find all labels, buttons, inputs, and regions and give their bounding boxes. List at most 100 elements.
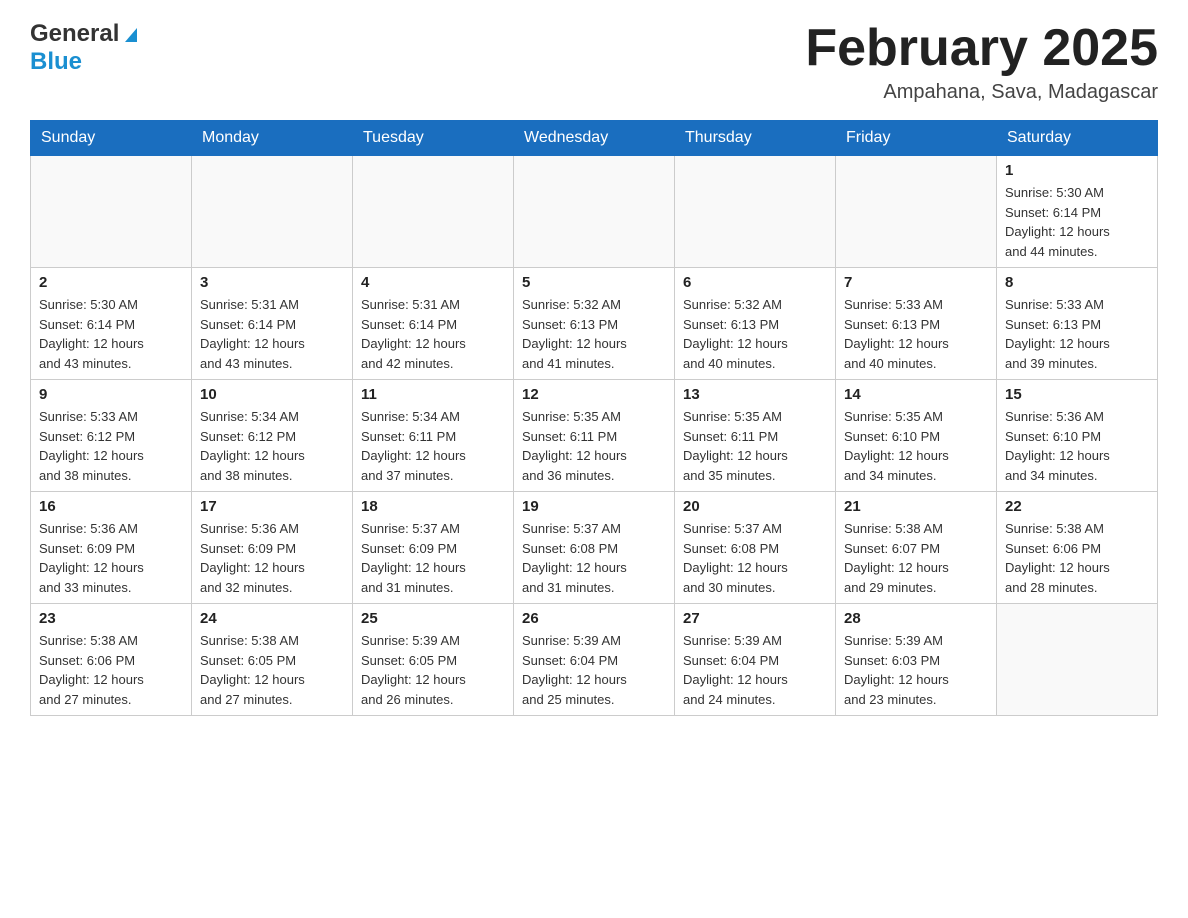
day-info: Sunrise: 5:31 AM Sunset: 6:14 PM Dayligh…	[200, 295, 344, 373]
calendar-cell: 4Sunrise: 5:31 AM Sunset: 6:14 PM Daylig…	[353, 268, 514, 380]
header-wednesday: Wednesday	[514, 121, 675, 156]
location-text: Ampahana, Sava, Madagascar	[805, 81, 1158, 104]
calendar-cell: 3 Sunrise: 5:31 AM Sunset: 6:14 PM Daylig…	[192, 268, 353, 380]
day-info: Sunrise: 5:35 AM Sunset: 6:11 PM Dayligh…	[522, 407, 666, 485]
calendar-cell: 21 Sunrise: 5:38 AM Sunset: 6:07 PM Dayli…	[836, 492, 997, 604]
day-number: 13	[683, 386, 827, 403]
day-info: Sunrise: 5:39 AM Sunset: 6:04 PM Dayligh…	[522, 631, 666, 709]
day-number: 15	[1005, 386, 1149, 403]
day-number: 24	[200, 610, 344, 627]
day-info: Sunrise: 5:37 AM Sunset: 6:09 PM Dayligh…	[361, 519, 505, 597]
calendar-week-5: 23 Sunrise: 5:38 AM Sunset: 6:06 PM Dayli…	[31, 604, 1158, 716]
header-friday: Friday	[836, 121, 997, 156]
header-monday: Monday	[192, 121, 353, 156]
day-number: 2	[39, 274, 183, 291]
day-info: Sunrise: 5:38 AM Sunset: 6:07 PM Dayligh…	[844, 519, 988, 597]
day-number: 16	[39, 498, 183, 515]
day-info: Sunrise: 5:34 AM Sunset: 6:12 PM Dayligh…	[200, 407, 344, 485]
logo-blue-text: Blue	[30, 48, 82, 76]
calendar-cell: 27 Sunrise: 5:39 AM Sunset: 6:04 PM Dayli…	[675, 604, 836, 716]
day-number: 17	[200, 498, 344, 515]
day-number: 25	[361, 610, 505, 627]
day-info: Sunrise: 5:35 AM Sunset: 6:10 PM Dayligh…	[844, 407, 988, 485]
day-number: 9	[39, 386, 183, 403]
day-number: 19	[522, 498, 666, 515]
day-number: 10	[200, 386, 344, 403]
day-number: 8	[1005, 274, 1149, 291]
day-number: 14	[844, 386, 988, 403]
calendar-cell	[997, 604, 1158, 716]
calendar-cell	[192, 156, 353, 268]
day-number: 26	[522, 610, 666, 627]
calendar-cell: 22Sunrise: 5:38 AM Sunset: 6:06 PM Dayli…	[997, 492, 1158, 604]
calendar-week-1: 1Sunrise: 5:30 AM Sunset: 6:14 PM Daylig…	[31, 156, 1158, 268]
calendar-cell: 24 Sunrise: 5:38 AM Sunset: 6:05 PM Dayli…	[192, 604, 353, 716]
calendar-cell: 18 Sunrise: 5:37 AM Sunset: 6:09 PM Dayli…	[353, 492, 514, 604]
day-number: 4	[361, 274, 505, 291]
day-number: 11	[361, 386, 505, 403]
calendar-week-2: 2 Sunrise: 5:30 AM Sunset: 6:14 PM Daylig…	[31, 268, 1158, 380]
day-number: 1	[1005, 162, 1149, 179]
calendar-cell	[31, 156, 192, 268]
calendar-cell: 17Sunrise: 5:36 AM Sunset: 6:09 PM Dayli…	[192, 492, 353, 604]
calendar-cell: 1Sunrise: 5:30 AM Sunset: 6:14 PM Daylig…	[997, 156, 1158, 268]
calendar-cell: 5 Sunrise: 5:32 AM Sunset: 6:13 PM Daylig…	[514, 268, 675, 380]
calendar-cell: 2 Sunrise: 5:30 AM Sunset: 6:14 PM Daylig…	[31, 268, 192, 380]
calendar-cell: 7 Sunrise: 5:33 AM Sunset: 6:13 PM Daylig…	[836, 268, 997, 380]
day-number: 23	[39, 610, 183, 627]
day-info: Sunrise: 5:32 AM Sunset: 6:13 PM Dayligh…	[522, 295, 666, 373]
day-info: Sunrise: 5:32 AM Sunset: 6:13 PM Dayligh…	[683, 295, 827, 373]
header-sunday: Sunday	[31, 121, 192, 156]
calendar-cell: 16 Sunrise: 5:36 AM Sunset: 6:09 PM Dayli…	[31, 492, 192, 604]
calendar-cell: 11Sunrise: 5:34 AM Sunset: 6:11 PM Dayli…	[353, 380, 514, 492]
day-info: Sunrise: 5:36 AM Sunset: 6:09 PM Dayligh…	[39, 519, 183, 597]
header-saturday: Saturday	[997, 121, 1158, 156]
day-number: 20	[683, 498, 827, 515]
header-thursday: Thursday	[675, 121, 836, 156]
calendar-cell	[353, 156, 514, 268]
calendar-cell: 6 Sunrise: 5:32 AM Sunset: 6:13 PM Daylig…	[675, 268, 836, 380]
calendar-week-3: 9 Sunrise: 5:33 AM Sunset: 6:12 PM Daylig…	[31, 380, 1158, 492]
logo-triangle-icon	[121, 24, 141, 44]
day-number: 22	[1005, 498, 1149, 515]
day-info: Sunrise: 5:39 AM Sunset: 6:04 PM Dayligh…	[683, 631, 827, 709]
logo: General Blue	[30, 20, 141, 76]
calendar-header-row: SundayMondayTuesdayWednesdayThursdayFrid…	[31, 121, 1158, 156]
calendar-cell: 15 Sunrise: 5:36 AM Sunset: 6:10 PM Dayli…	[997, 380, 1158, 492]
day-number: 21	[844, 498, 988, 515]
day-info: Sunrise: 5:38 AM Sunset: 6:05 PM Dayligh…	[200, 631, 344, 709]
day-info: Sunrise: 5:33 AM Sunset: 6:12 PM Dayligh…	[39, 407, 183, 485]
day-info: Sunrise: 5:39 AM Sunset: 6:05 PM Dayligh…	[361, 631, 505, 709]
logo-general-text: General	[30, 20, 119, 48]
header-tuesday: Tuesday	[353, 121, 514, 156]
day-info: Sunrise: 5:39 AM Sunset: 6:03 PM Dayligh…	[844, 631, 988, 709]
calendar-cell	[514, 156, 675, 268]
day-info: Sunrise: 5:30 AM Sunset: 6:14 PM Dayligh…	[39, 295, 183, 373]
day-info: Sunrise: 5:36 AM Sunset: 6:10 PM Dayligh…	[1005, 407, 1149, 485]
day-number: 27	[683, 610, 827, 627]
calendar-cell: 20 Sunrise: 5:37 AM Sunset: 6:08 PM Dayli…	[675, 492, 836, 604]
month-title: February 2025	[805, 20, 1158, 77]
day-info: Sunrise: 5:33 AM Sunset: 6:13 PM Dayligh…	[1005, 295, 1149, 373]
calendar-cell: 12Sunrise: 5:35 AM Sunset: 6:11 PM Dayli…	[514, 380, 675, 492]
day-number: 7	[844, 274, 988, 291]
calendar-cell: 28 Sunrise: 5:39 AM Sunset: 6:03 PM Dayli…	[836, 604, 997, 716]
calendar-week-4: 16 Sunrise: 5:36 AM Sunset: 6:09 PM Dayli…	[31, 492, 1158, 604]
day-info: Sunrise: 5:33 AM Sunset: 6:13 PM Dayligh…	[844, 295, 988, 373]
title-block: February 2025 Ampahana, Sava, Madagascar	[805, 20, 1158, 104]
calendar-cell: 14 Sunrise: 5:35 AM Sunset: 6:10 PM Dayli…	[836, 380, 997, 492]
day-info: Sunrise: 5:37 AM Sunset: 6:08 PM Dayligh…	[522, 519, 666, 597]
day-info: Sunrise: 5:37 AM Sunset: 6:08 PM Dayligh…	[683, 519, 827, 597]
calendar-cell: 23 Sunrise: 5:38 AM Sunset: 6:06 PM Dayli…	[31, 604, 192, 716]
day-number: 6	[683, 274, 827, 291]
calendar-cell: 10 Sunrise: 5:34 AM Sunset: 6:12 PM Dayli…	[192, 380, 353, 492]
day-number: 5	[522, 274, 666, 291]
day-number: 3	[200, 274, 344, 291]
day-number: 18	[361, 498, 505, 515]
day-info: Sunrise: 5:38 AM Sunset: 6:06 PM Dayligh…	[39, 631, 183, 709]
calendar-cell	[675, 156, 836, 268]
calendar-table: SundayMondayTuesdayWednesdayThursdayFrid…	[30, 120, 1158, 716]
calendar-cell	[836, 156, 997, 268]
page-header: General Blue February 2025 Ampahana, Sav…	[30, 20, 1158, 104]
day-number: 28	[844, 610, 988, 627]
